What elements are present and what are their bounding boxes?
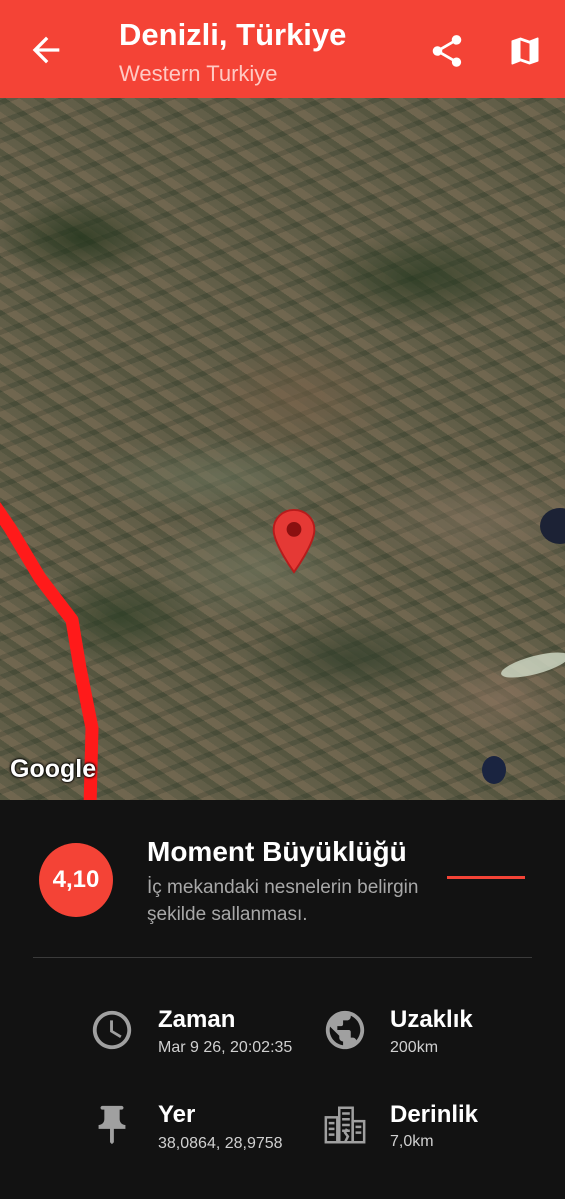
page-subtitle: Western Turkiye	[119, 61, 278, 86]
time-value: Mar 9 26, 20:02:35	[158, 1039, 293, 1056]
depth-value: 7,0km	[390, 1133, 434, 1150]
distance-value: 200km	[390, 1039, 439, 1056]
location-value: 38,0864, 28,9758	[158, 1135, 283, 1152]
magnitude-badge: 4,10	[39, 843, 113, 917]
map-pin-icon[interactable]	[270, 508, 318, 574]
depth-label: Derinlik	[390, 1101, 479, 1128]
fault-line	[0, 502, 99, 800]
map-icon[interactable]	[507, 33, 543, 69]
magnitude-scale-title: Moment Büyüklüğü	[147, 836, 407, 867]
buildings-icon	[324, 1106, 366, 1144]
google-attribution: Google	[10, 755, 97, 783]
time-label: Zaman	[158, 1006, 236, 1033]
pushpin-icon	[98, 1105, 126, 1145]
distance-label: Uzaklık	[390, 1006, 473, 1033]
satellite-map[interactable]: Google	[0, 98, 565, 800]
page-title: Denizli, Türkiye	[119, 17, 347, 52]
magnitude-indicator	[447, 876, 525, 879]
arrow-back-icon[interactable]	[26, 30, 66, 70]
globe-icon	[325, 1010, 365, 1050]
share-icon[interactable]	[428, 32, 466, 70]
divider	[33, 957, 532, 958]
location-label: Yer	[158, 1101, 196, 1128]
magnitude-description: İç mekandaki nesnelerin belirgin şekilde…	[147, 877, 419, 925]
clock-icon	[92, 1010, 132, 1050]
app-bar: Denizli, Türkiye Western Turkiye	[0, 0, 565, 98]
